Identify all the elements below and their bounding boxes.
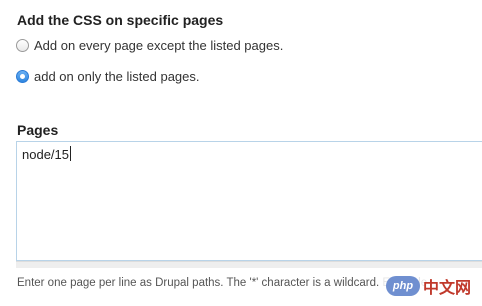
pages-label: Pages	[17, 122, 59, 138]
radio-button-checked[interactable]	[16, 70, 29, 83]
section-title: Add the CSS on specific pages	[17, 12, 224, 28]
pages-textarea-value: node/15	[22, 147, 69, 162]
radio-label-except-listed[interactable]: Add on every page except the listed page…	[34, 38, 283, 53]
pages-help-text: Enter one page per line as Drupal paths.…	[17, 277, 428, 289]
textarea-resize-grip[interactable]	[16, 261, 482, 268]
radio-button-unchecked[interactable]	[16, 39, 29, 52]
radio-option-except-listed[interactable]: Add on every page except the listed page…	[16, 38, 283, 53]
watermark-text: 中文网	[423, 280, 472, 297]
css-visibility-settings: Add the CSS on specific pages Add on eve…	[0, 0, 482, 306]
site-watermark: php 中文网	[382, 272, 476, 300]
php-logo-icon: php	[386, 276, 420, 296]
pages-textarea[interactable]: node/15	[16, 141, 482, 261]
radio-option-only-listed[interactable]: add on only the listed pages.	[16, 69, 200, 84]
text-cursor	[70, 146, 71, 161]
radio-label-only-listed[interactable]: add on only the listed pages.	[34, 69, 200, 84]
